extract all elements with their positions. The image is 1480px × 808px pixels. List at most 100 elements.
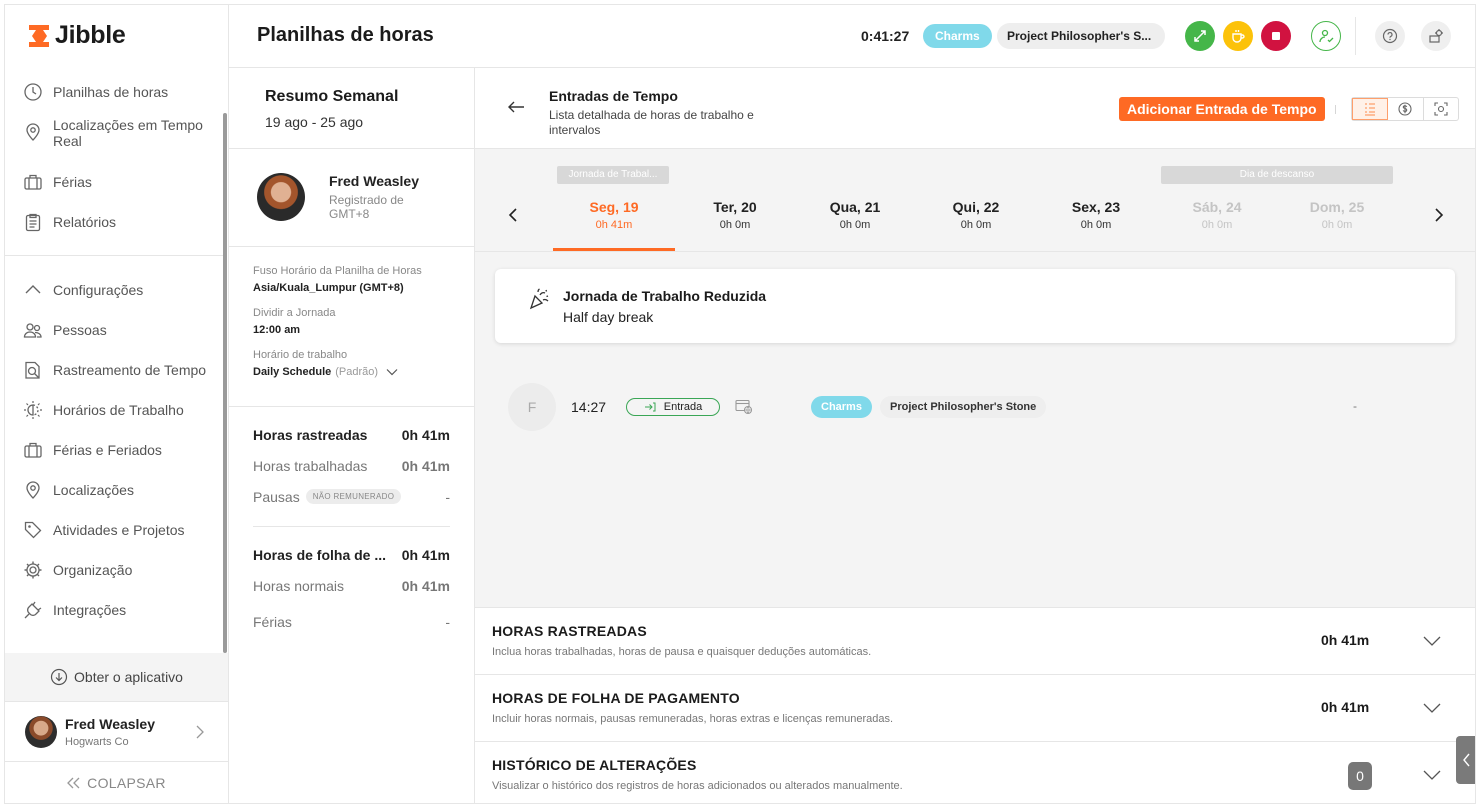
- toolbar-divider: [1355, 17, 1356, 55]
- timesheet-settings: Fuso Horário da Planilha de Horas Asia/K…: [229, 247, 474, 407]
- day-name: Dom, 25: [1309, 199, 1365, 215]
- section-description: Inclua horas trabalhadas, horas de pausa…: [492, 646, 872, 658]
- sun-schedule-icon: [24, 401, 42, 419]
- time-entry-row[interactable]: F 14:27 Entrada Charms Project Philosoph…: [475, 373, 1475, 433]
- section-value: 0h 41m: [1321, 699, 1370, 715]
- sidebar-item-settings[interactable]: Configurações: [5, 271, 229, 311]
- summary-user-timezone: Registrado de GMT+8: [329, 193, 404, 221]
- sidebar-item-leave-holidays[interactable]: Férias e Feriados: [5, 431, 229, 471]
- sidebar-item-locations[interactable]: Localizações: [5, 471, 229, 511]
- sidebar-item-label: Integrações: [53, 602, 127, 618]
- tracked-hours-label: Horas rastreadas: [253, 426, 368, 443]
- collapse-sidebar-button[interactable]: COLAPSAR: [5, 761, 228, 803]
- sidebar-item-label: Organização: [53, 562, 133, 578]
- week-range: 19 ago - 25 ago: [265, 114, 364, 130]
- worked-hours-row: Horas trabalhadas 0h 41m: [229, 450, 474, 481]
- web-device-icon: [735, 399, 753, 415]
- day-tab-monday[interactable]: Seg, 19 0h 41m: [554, 199, 674, 231]
- timezone-value: Asia/Kuala_Lumpur (GMT+8): [253, 282, 404, 294]
- day-hours: 0h 41m: [595, 219, 633, 231]
- sidebar-item-timesheets[interactable]: Planilhas de horas: [5, 73, 229, 113]
- back-arrow-icon[interactable]: [507, 100, 525, 114]
- sidebar-item-work-schedules[interactable]: Horários de Trabalho: [5, 391, 229, 431]
- location-pin-icon: [26, 123, 40, 141]
- activity-view-button[interactable]: [1424, 98, 1458, 120]
- day-tab-wednesday[interactable]: Qua, 21 0h 0m: [795, 199, 915, 231]
- add-time-entry-button[interactable]: Adicionar Entrada de Tempo: [1119, 97, 1325, 121]
- entry-time[interactable]: 14:27: [571, 399, 606, 415]
- jibble-logo[interactable]: Jibble: [27, 21, 126, 50]
- normal-hours-label: Horas normais: [253, 577, 345, 594]
- sidebar-item-people[interactable]: Pessoas: [5, 311, 229, 351]
- tracked-hours-section[interactable]: HORAS RASTREADAS Inclua horas trabalhada…: [475, 607, 1475, 674]
- work-schedule-select[interactable]: Daily Schedule (Padrão): [253, 366, 474, 378]
- clock-in-status-button[interactable]: [1311, 21, 1341, 51]
- prev-week-arrow-icon[interactable]: [507, 207, 519, 223]
- location-pin-icon: [26, 481, 40, 499]
- break-button[interactable]: [1223, 21, 1253, 51]
- download-icon: [50, 668, 68, 686]
- sidebar-scrollbar[interactable]: [223, 113, 227, 653]
- section-description: Visualizar o histórico dos registros de …: [492, 780, 903, 792]
- day-name: Sex, 23: [1071, 199, 1121, 215]
- leave-label: Férias: [253, 613, 292, 630]
- stop-timer-button[interactable]: [1261, 21, 1291, 51]
- sidebar-item-time-tracking[interactable]: Rastreamento de Tempo: [5, 351, 229, 391]
- day-hours: 0h 0m: [719, 219, 751, 231]
- change-history-section[interactable]: HISTÓRICO DE ALTERAÇÕES Visualizar o his…: [475, 741, 1475, 803]
- help-icon: [1382, 28, 1398, 44]
- page-title: Planilhas de horas: [257, 24, 434, 46]
- sidebar-item-organization[interactable]: Organização: [5, 551, 229, 591]
- list-view-button[interactable]: [1352, 98, 1389, 120]
- breaks-row: Pausas NÃO REMUNERADO -: [229, 481, 474, 512]
- sidebar-item-leave[interactable]: Férias: [5, 163, 229, 203]
- get-app-label: Obter o aplicativo: [74, 669, 183, 685]
- sidebar-item-integrations[interactable]: Integrações: [5, 591, 229, 631]
- user-profile-card[interactable]: Fred Weasley Hogwarts Co: [5, 701, 228, 761]
- activity-badge[interactable]: Charms: [923, 24, 992, 48]
- split-day-value: 12:00 am: [253, 324, 301, 336]
- pay-view-button[interactable]: [1388, 98, 1424, 120]
- sidebar-item-reports[interactable]: Relatórios: [5, 203, 229, 243]
- chevron-up-icon: [25, 285, 41, 294]
- notice-text: Half day break: [563, 309, 654, 325]
- sidebar: Jibble Planilhas de horas Localizações e…: [5, 5, 229, 803]
- side-panel-toggle[interactable]: [1456, 736, 1475, 784]
- next-week-arrow-icon[interactable]: [1433, 207, 1445, 223]
- project-badge[interactable]: Project Philosopher's S...: [997, 23, 1165, 49]
- sidebar-item-label: Relatórios: [53, 214, 117, 230]
- summary-totals: Horas rastreadas 0h 41m Horas trabalhada…: [229, 407, 474, 637]
- get-app-button[interactable]: Obter o aplicativo: [5, 653, 228, 701]
- gear-icon: [24, 561, 42, 579]
- day-hours: 0h 0m: [1080, 219, 1112, 231]
- list-icon: [1365, 103, 1376, 116]
- sidebar-item-activities-projects[interactable]: Atividades e Projetos: [5, 511, 229, 551]
- sidebar-item-label: Pessoas: [53, 322, 107, 338]
- sidebar-item-label: Planilhas de horas: [53, 84, 169, 100]
- day-tab-thursday[interactable]: Qui, 22 0h 0m: [916, 199, 1036, 231]
- party-popper-icon: [529, 288, 549, 310]
- user-check-icon: [1319, 29, 1334, 43]
- leave-row: Férias -: [229, 606, 474, 637]
- clock-icon: [24, 83, 42, 101]
- day-selector: Jornada de Trabal... Dia de descanso Seg…: [475, 149, 1475, 252]
- time-entries-header: Entradas de Tempo Lista detalhada de hor…: [475, 68, 1475, 149]
- dollar-icon: [1398, 102, 1413, 116]
- payroll-hours-section[interactable]: HORAS DE FOLHA DE PAGAMENTO Incluir hora…: [475, 674, 1475, 741]
- help-button[interactable]: [1375, 21, 1405, 51]
- day-tab-sunday[interactable]: Dom, 25 0h 0m: [1277, 199, 1397, 231]
- day-tab-tuesday[interactable]: Ter, 20 0h 0m: [675, 199, 795, 231]
- normal-hours-row: Horas normais 0h 41m: [229, 570, 474, 601]
- day-tab-saturday[interactable]: Sáb, 24 0h 0m: [1157, 199, 1277, 231]
- sidebar-item-live-locations[interactable]: Localizações em Tempo Real: [5, 113, 229, 163]
- short-workday-notice: Jornada de Trabalho Reduzida Half day br…: [495, 269, 1455, 343]
- organization-switch-button[interactable]: [1421, 21, 1451, 51]
- selected-day-indicator: [553, 248, 675, 251]
- clock-in-icon: [644, 402, 656, 412]
- weekly-summary-header: Resumo Semanal 19 ago - 25 ago: [229, 68, 474, 149]
- settings-nav: Configurações Pessoas Rastreamento de Te…: [5, 271, 229, 631]
- day-tab-friday[interactable]: Sex, 23 0h 0m: [1036, 199, 1156, 231]
- section-title: HORAS RASTREADAS: [492, 623, 647, 639]
- switch-activity-button[interactable]: [1185, 21, 1215, 51]
- entry-note: -: [1353, 399, 1357, 413]
